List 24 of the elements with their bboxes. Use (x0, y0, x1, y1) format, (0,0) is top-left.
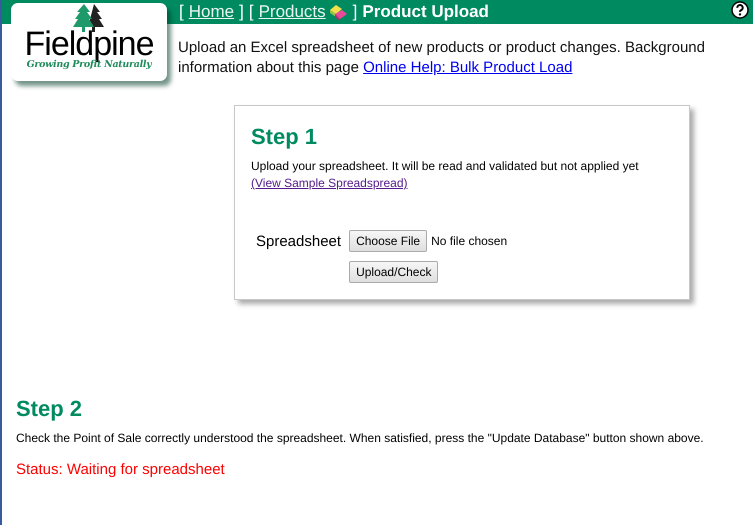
step-description: Check the Point of Sale correctly understood the spreadsheet. When satisfied, press the "Update Database" button shown above. (16, 430, 705, 446)
logo-wordmark: Fieldpine (24, 26, 154, 62)
bracket: ] (352, 2, 358, 22)
breadcrumb-link[interactable]: Products (258, 2, 326, 22)
status-text: Status: Waiting for spreadsheet (16, 461, 226, 478)
breadcrumb-link[interactable]: Home (188, 2, 234, 22)
logo-tagline: Growing Profit Naturally (26, 59, 152, 70)
upload-button[interactable]: Upload/Check (349, 261, 438, 283)
choose-file-button[interactable]: Choose File (349, 230, 428, 252)
sample-link[interactable]: (View Sample Spreadspread) (251, 176, 408, 190)
help-link[interactable]: Online Help: Bulk Product Load (363, 59, 572, 76)
pine-trees-icon (72, 4, 106, 32)
step-heading: Step 2 (16, 396, 84, 422)
bracket: ] (239, 2, 244, 22)
help-icon[interactable] (731, 1, 749, 19)
bracket: [ (248, 2, 254, 22)
file-status: No file chosen (431, 234, 508, 248)
bracket: [ (179, 2, 184, 22)
step-description: Upload your spreadsheet. It will be read and validated but not applied yet (251, 158, 640, 174)
step-heading: Step 1 (251, 124, 318, 150)
intro-text: Upload an Excel spreadsheet of new products or product changes. Background information about this page Online Help: Bulk Product Load (178, 39, 705, 76)
field-label: Spreadsheet (256, 233, 342, 252)
page-title: Product Upload (362, 2, 489, 22)
logo-card[interactable]: Fieldpine Growing Profit Naturally (11, 3, 167, 81)
